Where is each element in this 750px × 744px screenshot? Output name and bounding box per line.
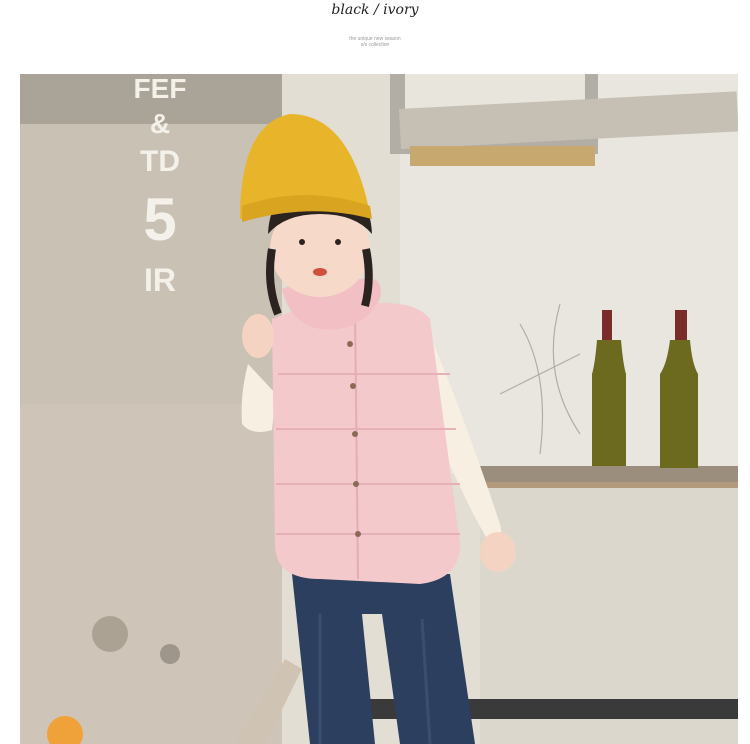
wall-letter-ir: IR (144, 262, 176, 298)
wall-letter-fef: FEF (133, 74, 187, 104)
wall-letters: FEF & TD 5 IR (120, 74, 200, 300)
page-subtitle: the unique new season s/s collection (0, 36, 750, 48)
header: black / ivory the unique new season s/s … (0, 0, 750, 72)
page-title: black / ivory (331, 2, 419, 18)
right-hand (480, 532, 516, 572)
subtitle-line-2: s/s collection (360, 42, 390, 48)
vest (272, 303, 460, 584)
window-sill (410, 146, 595, 166)
wall-letter-td: TD (140, 145, 180, 178)
wall-number-5: 5 (143, 186, 177, 253)
product-photo: FEF & TD 5 IR (20, 74, 738, 744)
left-hand (242, 314, 274, 358)
shelf (480, 466, 738, 484)
wall-letter-amp: & (149, 108, 171, 139)
